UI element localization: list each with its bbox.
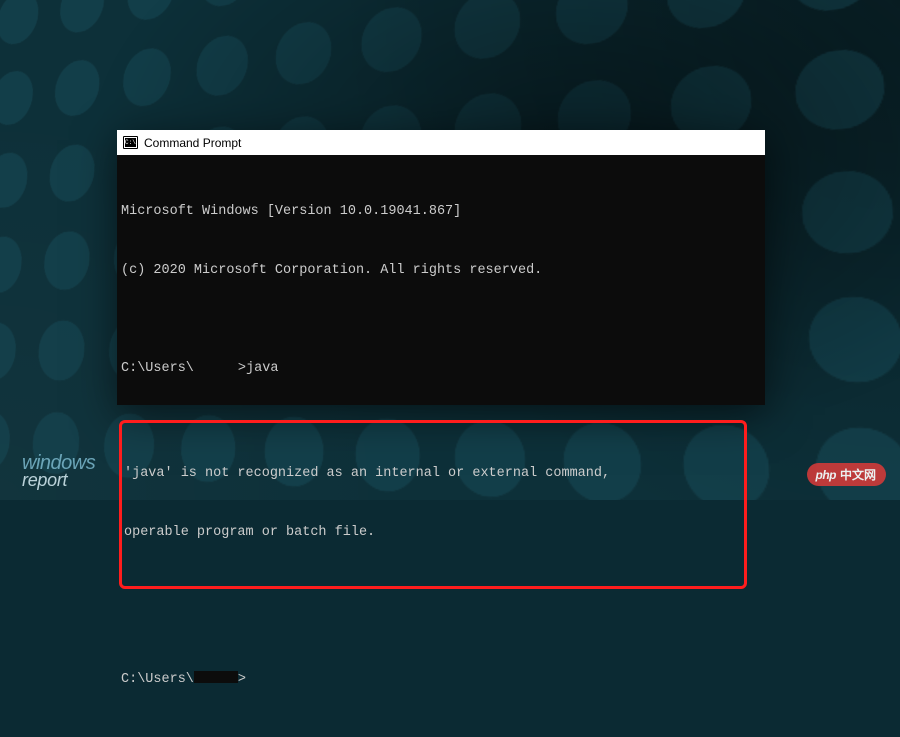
watermark-phpcn: php 中文网 (807, 463, 886, 486)
titlebar[interactable]: Command Prompt (117, 130, 765, 155)
redacted-username (194, 360, 238, 372)
error-highlight: 'java' is not recognized as an internal … (119, 420, 747, 589)
prompt-line-1: C:\Users\>java (117, 359, 757, 379)
watermark-line2: report (22, 472, 95, 488)
version-line: Microsoft Windows [Version 10.0.19041.86… (117, 202, 757, 222)
window-title: Command Prompt (144, 136, 241, 150)
watermark-windowsreport: windows report (22, 454, 95, 488)
command-prompt-window: Command Prompt Microsoft Windows [Versio… (117, 130, 765, 405)
cmd-icon (123, 136, 138, 149)
redacted-username-2 (194, 671, 238, 683)
prompt-line-2: C:\Users\> (117, 670, 757, 690)
copyright-line: (c) 2020 Microsoft Corporation. All righ… (117, 261, 757, 281)
error-line-2: operable program or batch file. (124, 523, 742, 543)
error-line-1: 'java' is not recognized as an internal … (124, 464, 742, 484)
php-cn-text: 中文网 (840, 466, 876, 483)
terminal-output[interactable]: Microsoft Windows [Version 10.0.19041.86… (117, 155, 765, 737)
php-logo-text: php (815, 468, 836, 482)
